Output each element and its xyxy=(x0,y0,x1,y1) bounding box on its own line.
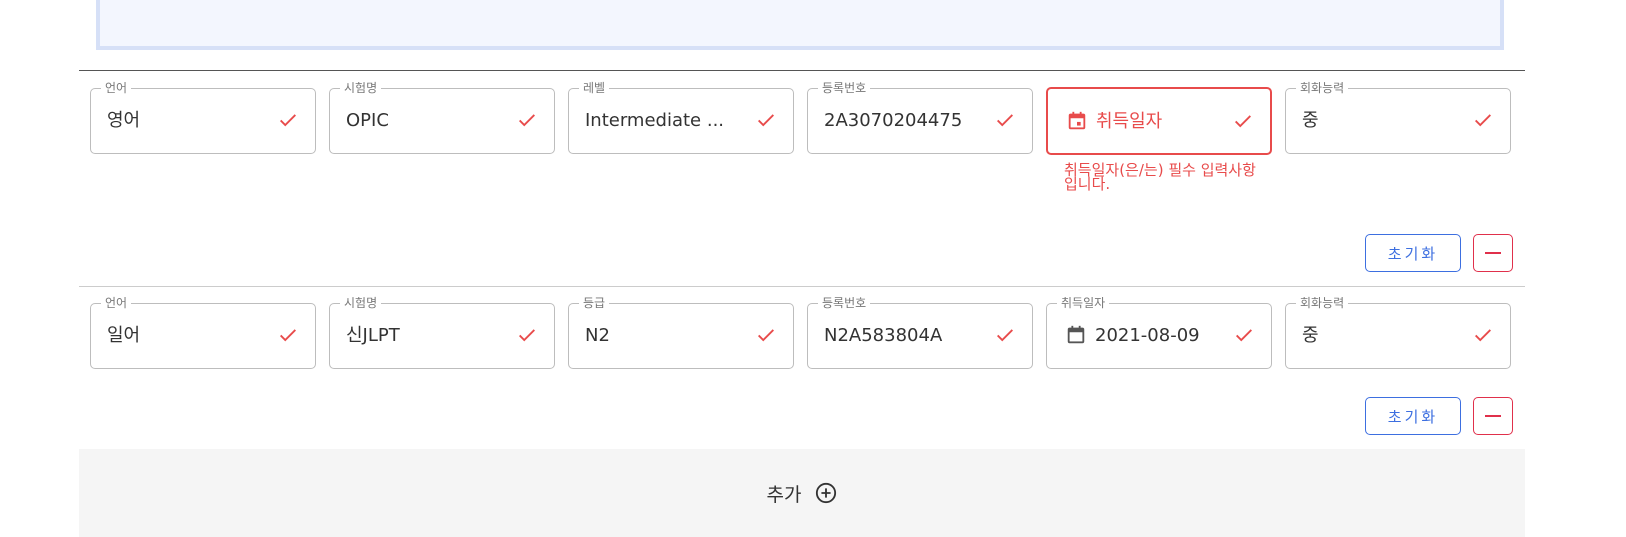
registration-number-label: 등록번호 xyxy=(818,81,871,95)
previous-section-box xyxy=(96,0,1504,50)
acquisition-date-field[interactable]: 취득일자 2021-08-09 xyxy=(1046,296,1272,369)
section-divider xyxy=(79,70,1525,71)
exam-name-label: 시험명 xyxy=(340,81,382,95)
calendar-icon[interactable] xyxy=(1066,110,1088,132)
add-row-button[interactable]: 추가 xyxy=(79,449,1525,537)
reset-button[interactable]: 초기화 xyxy=(1365,397,1461,435)
conversation-ability-field[interactable]: 회화능력 중 xyxy=(1285,81,1511,154)
conversation-ability-label: 회화능력 xyxy=(1296,81,1349,95)
level-field[interactable]: 레벨 Intermediate ... xyxy=(568,81,794,154)
grade-value: N2 xyxy=(585,325,610,346)
exam-name-label: 시험명 xyxy=(340,296,382,310)
language-value: 영어 xyxy=(107,110,141,131)
language-value: 일어 xyxy=(107,325,141,346)
level-label: 레벨 xyxy=(579,81,610,95)
language-field[interactable]: 언어 영어 xyxy=(90,81,316,154)
registration-number-value: N2A583804A xyxy=(824,325,943,346)
language-label: 언어 xyxy=(101,296,132,310)
conversation-ability-label: 회화능력 xyxy=(1296,296,1349,310)
conversation-ability-value: 중 xyxy=(1302,110,1319,131)
row-divider xyxy=(79,286,1525,287)
remove-row-button[interactable] xyxy=(1473,397,1513,435)
check-icon xyxy=(758,114,774,127)
check-icon xyxy=(519,329,535,342)
check-icon xyxy=(280,114,296,127)
exam-name-value: OPIC xyxy=(346,110,389,131)
conversation-ability-value: 중 xyxy=(1302,325,1319,346)
check-icon xyxy=(997,114,1013,127)
check-icon xyxy=(1235,115,1251,128)
registration-number-label: 등록번호 xyxy=(818,296,871,310)
exam-name-value: 신JLPT xyxy=(346,325,400,346)
acquisition-date-error-message: 취득일자(은/는) 필수 입력사항입니다. xyxy=(1064,161,1256,193)
check-icon xyxy=(280,329,296,342)
check-icon xyxy=(1475,329,1491,342)
minus-icon xyxy=(1485,415,1501,417)
check-icon xyxy=(758,329,774,342)
conversation-ability-field[interactable]: 회화능력 중 xyxy=(1285,296,1511,369)
exam-name-field[interactable]: 시험명 OPIC xyxy=(329,81,555,154)
acquisition-date-label: 취득일자 xyxy=(1057,296,1110,310)
acquisition-date-placeholder: 취득일자 xyxy=(1096,111,1163,132)
check-icon xyxy=(1236,329,1252,342)
minus-icon xyxy=(1485,252,1501,254)
add-label: 추가 xyxy=(766,483,802,506)
grade-label: 등급 xyxy=(579,296,610,310)
check-icon xyxy=(1475,114,1491,127)
circle-plus-icon xyxy=(816,482,837,504)
registration-number-field[interactable]: 등록번호 2A3070204475 xyxy=(807,81,1033,154)
remove-row-button[interactable] xyxy=(1473,234,1513,272)
check-icon xyxy=(519,114,535,127)
calendar-icon[interactable] xyxy=(1065,324,1087,346)
registration-number-field[interactable]: 등록번호 N2A583804A xyxy=(807,296,1033,369)
acquisition-date-field[interactable]: 취득일자 xyxy=(1046,87,1272,155)
exam-name-field[interactable]: 시험명 신JLPT xyxy=(329,296,555,369)
acquisition-date-value: 2021-08-09 xyxy=(1095,325,1200,346)
grade-field[interactable]: 등급 N2 xyxy=(568,296,794,369)
registration-number-value: 2A3070204475 xyxy=(824,110,963,131)
level-value: Intermediate ... xyxy=(585,110,725,131)
check-icon xyxy=(997,329,1013,342)
reset-button[interactable]: 초기화 xyxy=(1365,234,1461,272)
language-label: 언어 xyxy=(101,81,132,95)
language-field[interactable]: 언어 일어 xyxy=(90,296,316,369)
